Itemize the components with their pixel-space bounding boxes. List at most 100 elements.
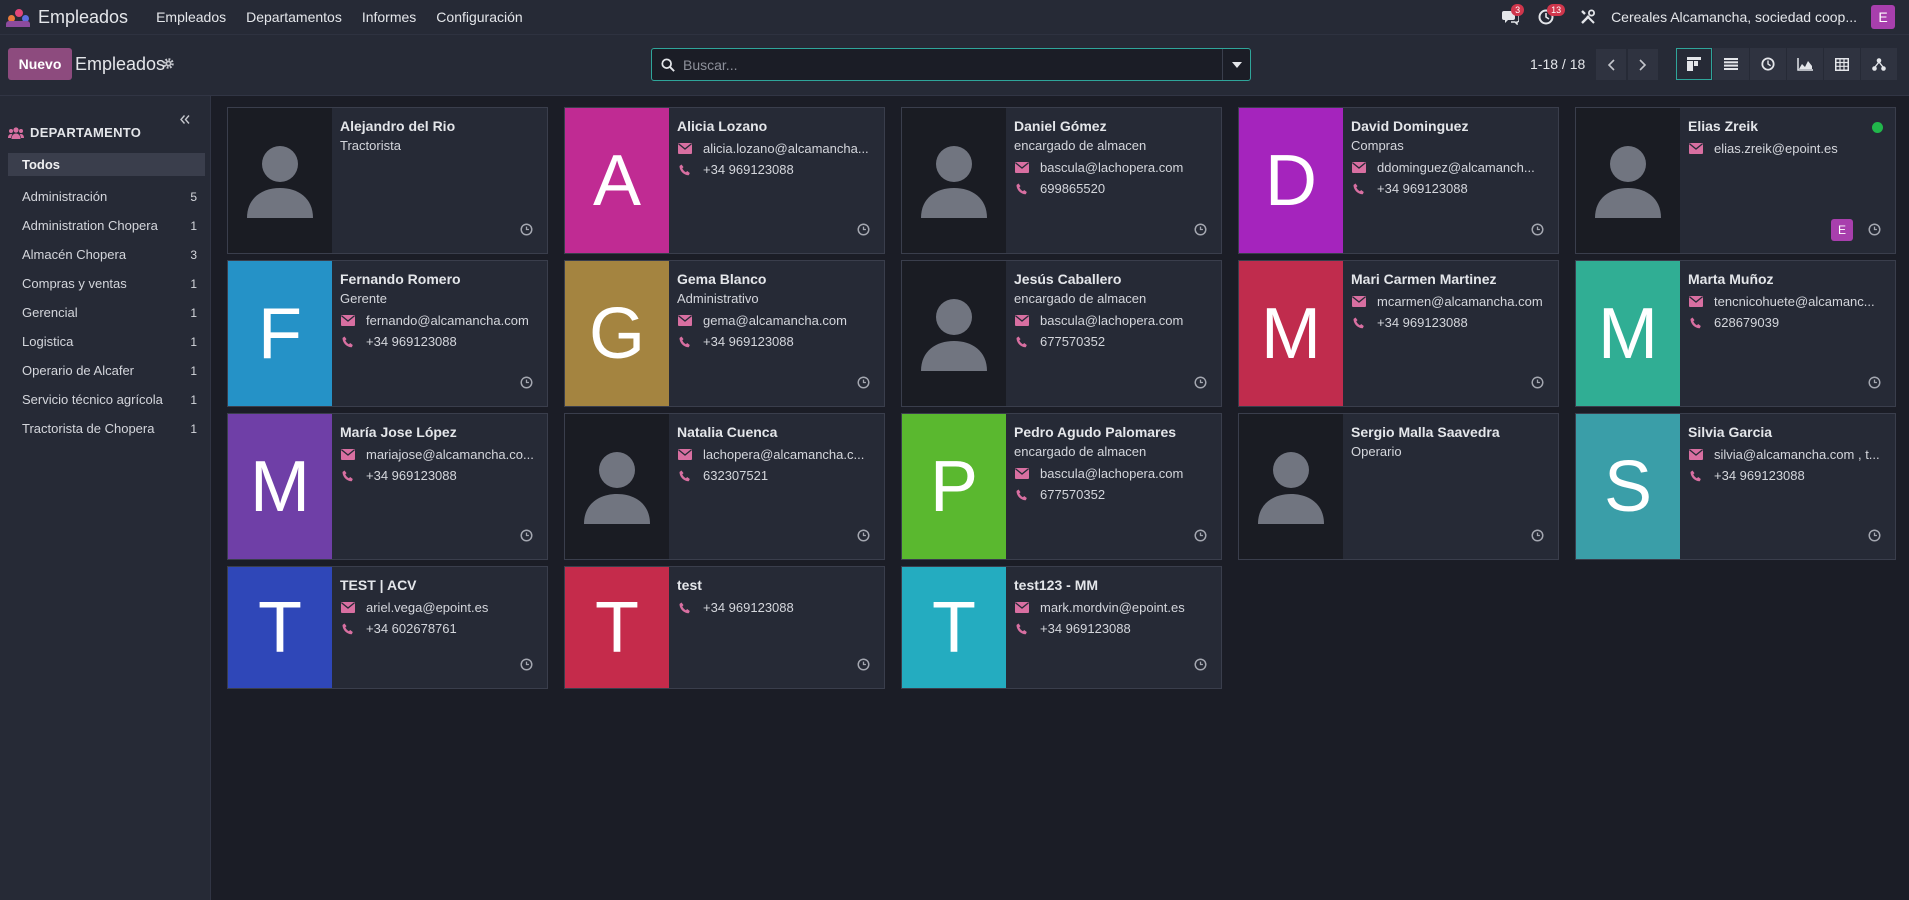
employee-card[interactable]: Jesús Caballero encargado de almacen bascu… bbox=[901, 260, 1222, 407]
employee-phone[interactable]: 677570352 bbox=[1040, 334, 1105, 349]
activity-clock-icon[interactable] bbox=[1868, 376, 1881, 392]
employee-phone[interactable]: 677570352 bbox=[1040, 487, 1105, 502]
activity-clock-icon[interactable] bbox=[857, 376, 870, 392]
department-item[interactable]: Todos bbox=[8, 153, 205, 176]
department-item[interactable]: Compras y ventas 1 bbox=[8, 269, 205, 298]
employee-email[interactable]: elias.zreik@epoint.es bbox=[1714, 141, 1838, 156]
menu-item-0[interactable]: Empleados bbox=[146, 0, 236, 34]
employee-phone[interactable]: 632307521 bbox=[703, 468, 768, 483]
search-input[interactable] bbox=[675, 49, 1222, 80]
employee-phone[interactable]: +34 969123088 bbox=[366, 334, 457, 349]
employee-card[interactable]: Sergio Malla Saavedra Operario bbox=[1238, 413, 1559, 560]
employee-card[interactable]: M Mari Carmen Martinez mcarmen@alcamancha.… bbox=[1238, 260, 1559, 407]
employee-card[interactable]: Elias Zreik elias.zreik@epoint.es E bbox=[1575, 107, 1896, 254]
activity-clock-icon[interactable] bbox=[1194, 658, 1207, 674]
activity-clock-icon[interactable] bbox=[857, 223, 870, 239]
activity-clock-icon[interactable] bbox=[857, 529, 870, 545]
employee-card[interactable]: Natalia Cuenca lachopera@alcamancha.c... 6… bbox=[564, 413, 885, 560]
employee-email[interactable]: bascula@lachopera.com bbox=[1040, 466, 1183, 481]
employee-email[interactable]: lachopera@alcamancha.c... bbox=[703, 447, 864, 462]
employee-email[interactable]: alicia.lozano@alcamancha... bbox=[703, 141, 869, 156]
debug-tools-button[interactable] bbox=[1575, 0, 1601, 34]
employee-card[interactable]: A Alicia Lozano alicia.lozano@alcamancha..… bbox=[564, 107, 885, 254]
employee-card[interactable]: Daniel Gómez encargado de almacen bascula@… bbox=[901, 107, 1222, 254]
menu-item-1[interactable]: Departamentos bbox=[236, 0, 352, 34]
employee-email[interactable]: fernando@alcamancha.com bbox=[366, 313, 529, 328]
activity-clock-icon[interactable] bbox=[1194, 529, 1207, 545]
app-switcher[interactable]: Empleados bbox=[0, 0, 146, 34]
employee-card[interactable]: M María Jose López mariajose@alcamancha.co… bbox=[227, 413, 548, 560]
department-item[interactable]: Operario de Alcafer 1 bbox=[8, 356, 205, 385]
employee-phone[interactable]: +34 969123088 bbox=[703, 334, 794, 349]
activity-clock-icon[interactable] bbox=[1531, 529, 1544, 545]
employee-card[interactable]: S Silvia Garcia silvia@alcamancha.com , t.… bbox=[1575, 413, 1896, 560]
employee-card[interactable]: M Marta Muñoz tencnicohuete@alcamanc... 628… bbox=[1575, 260, 1896, 407]
employee-email[interactable]: mark.mordvin@epoint.es bbox=[1040, 600, 1185, 615]
employee-card[interactable]: T TEST | ACV ariel.vega@epoint.es +34 60267… bbox=[227, 566, 548, 689]
employee-email[interactable]: ddominguez@alcamanch... bbox=[1377, 160, 1535, 175]
employee-card[interactable]: P Pedro Agudo Palomares encargado de almac… bbox=[901, 413, 1222, 560]
app-title[interactable]: Empleados bbox=[38, 7, 128, 28]
employee-card[interactable]: Ttest123 - MM mark.mordvin@epoint.es +34 9… bbox=[901, 566, 1222, 689]
activity-clock-icon[interactable] bbox=[1194, 223, 1207, 239]
graph-view-button[interactable] bbox=[1787, 48, 1823, 80]
hierarchy-view-button[interactable] bbox=[1861, 48, 1897, 80]
employee-card[interactable]: Ttest +34 969123088 bbox=[564, 566, 885, 689]
activity-clock-icon[interactable] bbox=[857, 658, 870, 674]
employee-email[interactable]: gema@alcamancha.com bbox=[703, 313, 847, 328]
activity-clock-icon[interactable] bbox=[520, 376, 533, 392]
company-switcher[interactable]: Cereales Alcamancha, sociedad coop... bbox=[1611, 9, 1857, 25]
search-options-toggle[interactable] bbox=[1222, 49, 1250, 80]
employee-email[interactable]: bascula@lachopera.com bbox=[1040, 313, 1183, 328]
new-button[interactable]: Nuevo bbox=[8, 48, 72, 80]
employee-phone[interactable]: +34 969123088 bbox=[366, 468, 457, 483]
kanban-view-button[interactable] bbox=[1676, 48, 1712, 80]
user-avatar[interactable]: E bbox=[1871, 5, 1895, 29]
activity-clock-icon[interactable] bbox=[1531, 376, 1544, 392]
employee-phone[interactable]: +34 969123088 bbox=[1714, 468, 1805, 483]
activity-clock-icon[interactable] bbox=[520, 529, 533, 545]
pager-previous-button[interactable] bbox=[1596, 49, 1626, 80]
activities-button[interactable]: 13 bbox=[1533, 0, 1566, 34]
activity-clock-icon[interactable] bbox=[1868, 529, 1881, 545]
employee-card[interactable]: F Fernando Romero Gerente fernando@alcamanc… bbox=[227, 260, 548, 407]
pager-next-button[interactable] bbox=[1628, 49, 1658, 80]
employee-phone[interactable]: 628679039 bbox=[1714, 315, 1779, 330]
employee-card[interactable]: G Gema Blanco Administrativo gema@alcamanch… bbox=[564, 260, 885, 407]
employee-email[interactable]: bascula@lachopera.com bbox=[1040, 160, 1183, 175]
employee-email[interactable]: silvia@alcamancha.com , t... bbox=[1714, 447, 1880, 462]
employee-phone[interactable]: 699865520 bbox=[1040, 181, 1105, 196]
menu-item-3[interactable]: Configuración bbox=[426, 0, 532, 34]
pager-value[interactable]: 1-18 / 18 bbox=[1530, 56, 1585, 72]
department-item[interactable]: Logistica 1 bbox=[8, 327, 205, 356]
activity-clock-icon[interactable] bbox=[1868, 223, 1881, 239]
employee-email[interactable]: ariel.vega@epoint.es bbox=[366, 600, 488, 615]
department-item[interactable]: Administración 5 bbox=[8, 182, 205, 211]
employee-card[interactable]: D David Dominguez Compras ddominguez@alcama… bbox=[1238, 107, 1559, 254]
employee-phone[interactable]: +34 969123088 bbox=[703, 600, 794, 615]
department-item[interactable]: Almacén Chopera 3 bbox=[8, 240, 205, 269]
employee-phone[interactable]: +34 602678761 bbox=[366, 621, 457, 636]
employee-email[interactable]: tencnicohuete@alcamanc... bbox=[1714, 294, 1875, 309]
employees-app-icon[interactable] bbox=[6, 7, 30, 27]
employee-email[interactable]: mcarmen@alcamancha.com bbox=[1377, 294, 1543, 309]
related-user-avatar[interactable]: E bbox=[1831, 219, 1853, 241]
messages-button[interactable]: 3 bbox=[1497, 0, 1525, 34]
activity-clock-icon[interactable] bbox=[1194, 376, 1207, 392]
department-item[interactable]: Servicio técnico agrícola 1 bbox=[8, 385, 205, 414]
employee-phone[interactable]: +34 969123088 bbox=[1040, 621, 1131, 636]
gear-icon[interactable] bbox=[162, 57, 175, 73]
activity-clock-icon[interactable] bbox=[520, 658, 533, 674]
department-item[interactable]: Gerencial 1 bbox=[8, 298, 205, 327]
employee-phone[interactable]: +34 969123088 bbox=[1377, 181, 1468, 196]
activity-clock-icon[interactable] bbox=[1531, 223, 1544, 239]
activity-clock-icon[interactable] bbox=[520, 223, 533, 239]
list-view-button[interactable] bbox=[1713, 48, 1749, 80]
employee-phone[interactable]: +34 969123088 bbox=[1377, 315, 1468, 330]
employee-email[interactable]: mariajose@alcamancha.co... bbox=[366, 447, 534, 462]
menu-item-2[interactable]: Informes bbox=[352, 0, 426, 34]
employee-phone[interactable]: +34 969123088 bbox=[703, 162, 794, 177]
pivot-view-button[interactable] bbox=[1824, 48, 1860, 80]
activity-view-button[interactable] bbox=[1750, 48, 1786, 80]
collapse-panel-button[interactable] bbox=[180, 113, 190, 127]
